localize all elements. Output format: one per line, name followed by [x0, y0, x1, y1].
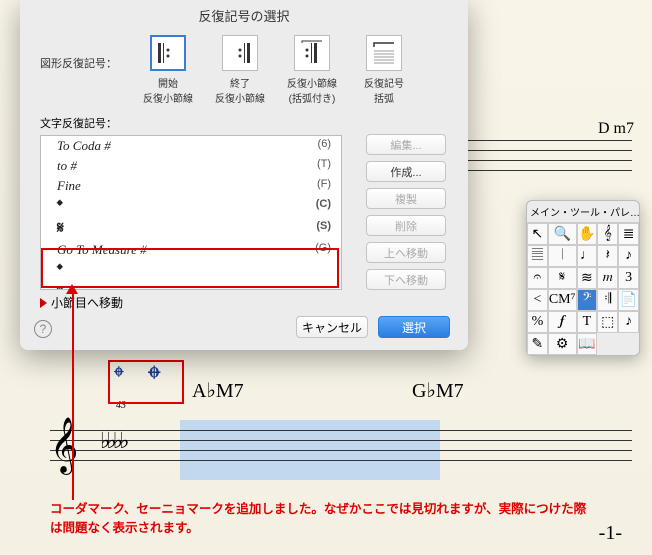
- palette-tool[interactable]: ✎: [527, 333, 548, 355]
- repeat-bracket-icon: [294, 35, 330, 71]
- list-item[interactable]: 𝄌(C): [41, 196, 341, 218]
- text-repeat-label: 文字反復記号：: [20, 113, 468, 135]
- annotation-text: コーダマーク、セーニョマークを追加しました。なぜかここでは見切れますが、実際につ…: [50, 500, 590, 538]
- palette-tool[interactable]: 𝄢: [577, 289, 598, 311]
- dialog-title: 反復記号の選択: [20, 0, 468, 31]
- palette-tool[interactable]: T: [577, 311, 598, 333]
- graphic-item-label: 反復記号 括弧: [356, 75, 412, 105]
- graphic-item-label: 終了 反復小節線: [212, 75, 268, 105]
- palette-tool[interactable]: ✋: [577, 223, 598, 245]
- cancel-button[interactable]: キャンセル: [296, 316, 368, 338]
- chord-symbol: A♭M7: [192, 378, 244, 403]
- list-item[interactable]: to #(T): [41, 156, 341, 176]
- end-repeat-icon: [222, 35, 258, 71]
- palette-tool[interactable]: 𝄀: [548, 245, 577, 267]
- repeat-symbol-dialog: 反復記号の選択 図形反復記号： 開始 反復小節線 終了 反復小節線 反復小節線 …: [20, 0, 468, 350]
- palette-grid: ↖🔍✋𝄞≣𝄚𝄀♩𝄽♪𝄐𝄋≋𝆐3<CM⁷𝄢𝄇📄%𝆑T⬚♪✎⚙📖: [527, 223, 639, 355]
- chord-symbol: G♭M7: [412, 378, 464, 403]
- annotation-arrow: [72, 290, 74, 500]
- delete-button[interactable]: 削除: [366, 215, 446, 236]
- palette-tool[interactable]: ♪: [618, 311, 639, 333]
- key-signature: ♭♭♭♭: [100, 428, 126, 454]
- palette-tool[interactable]: %: [527, 311, 548, 333]
- text-repeat-listbox[interactable]: To Coda #(6) to #(T) Fine(F) 𝄌(C) 𝄋(S) G…: [40, 135, 342, 290]
- side-buttons: 編集... 作成... 複製 削除 上へ移動 下へ移動: [366, 134, 446, 290]
- palette-tool[interactable]: ≣: [618, 223, 639, 245]
- staff-lines: [50, 430, 632, 470]
- list-item[interactable]: 𝄋: [41, 282, 341, 290]
- move-up-button[interactable]: 上へ移動: [366, 242, 446, 263]
- palette-tool[interactable]: 𝄚: [527, 245, 548, 267]
- palette-tool[interactable]: 𝄞: [597, 223, 618, 245]
- list-item[interactable]: 𝄌: [41, 260, 341, 282]
- start-repeat-icon: [150, 35, 186, 71]
- palette-tool[interactable]: ♪: [618, 245, 639, 267]
- graphic-item-repeat-bracket[interactable]: 反復小節線 (括弧付き): [284, 35, 340, 105]
- palette-tool[interactable]: ⬚: [597, 311, 618, 333]
- graphic-item-start-repeat[interactable]: 開始 反復小節線: [140, 35, 196, 105]
- duplicate-button[interactable]: 複製: [366, 188, 446, 209]
- palette-tool[interactable]: 📄: [618, 289, 639, 311]
- arrow-head-icon: [66, 284, 78, 294]
- palette-tool[interactable]: <: [527, 289, 548, 311]
- palette-tool[interactable]: 𝆑: [548, 311, 577, 333]
- palette-tool[interactable]: 𝆐: [597, 267, 618, 289]
- palette-tool[interactable]: CM⁷: [548, 289, 577, 311]
- graphic-items: 開始 反復小節線 終了 反復小節線 反復小節線 (括弧付き) 反復記号 括弧: [140, 35, 412, 105]
- palette-tool[interactable]: ≋: [577, 267, 598, 289]
- palette-tool[interactable]: 📖: [577, 333, 598, 355]
- graphic-item-end-repeat[interactable]: 終了 反復小節線: [212, 35, 268, 105]
- bracket-icon: [366, 35, 402, 71]
- chord-symbol: D m7: [598, 120, 634, 138]
- palette-tool[interactable]: 𝄋: [548, 267, 577, 289]
- list-item[interactable]: 𝄋(S): [41, 218, 341, 240]
- graphic-repeat-label: 図形反復記号：: [40, 35, 130, 71]
- palette-tool[interactable]: ⚙: [548, 333, 577, 355]
- palette-tool[interactable]: ↖: [527, 223, 548, 245]
- help-button[interactable]: ?: [34, 320, 52, 338]
- page-number: -1-: [599, 522, 622, 545]
- palette-title: メイン・ツール・パレ…: [527, 201, 639, 223]
- list-item[interactable]: Fine(F): [41, 176, 341, 196]
- list-item[interactable]: Go To Measure #(G): [41, 240, 341, 260]
- graphic-item-bracket[interactable]: 反復記号 括弧: [356, 35, 412, 105]
- palette-tool[interactable]: 𝄐: [527, 267, 548, 289]
- graphic-item-label: 反復小節線 (括弧付き): [284, 75, 340, 105]
- palette-tool[interactable]: ♩: [577, 245, 598, 267]
- move-down-button[interactable]: 下へ移動: [366, 269, 446, 290]
- palette-tool[interactable]: 𝄽: [597, 245, 618, 267]
- palette-tool[interactable]: 𝄇: [597, 289, 618, 311]
- create-button[interactable]: 作成...: [366, 161, 446, 182]
- treble-clef: 𝄞: [50, 418, 78, 474]
- edit-button[interactable]: 編集...: [366, 134, 446, 155]
- move-label: 小節目へ移動: [51, 294, 123, 311]
- move-to-measure-row: 小節目へ移動: [40, 290, 448, 315]
- palette-tool[interactable]: 3: [618, 267, 639, 289]
- triangle-icon[interactable]: [40, 298, 47, 308]
- list-item[interactable]: To Coda #(6): [41, 136, 341, 156]
- coda-icon: 𝄌: [148, 358, 160, 401]
- main-tool-palette: メイン・ツール・パレ… ↖🔍✋𝄞≣𝄚𝄀♩𝄽♪𝄐𝄋≋𝆐3<CM⁷𝄢𝄇📄%𝆑T⬚♪✎…: [526, 200, 640, 356]
- select-button[interactable]: 選択: [378, 316, 450, 338]
- coda-icon: 𝄌: [114, 362, 124, 394]
- palette-tool[interactable]: 🔍: [548, 223, 577, 245]
- graphic-item-label: 開始 反復小節線: [140, 75, 196, 105]
